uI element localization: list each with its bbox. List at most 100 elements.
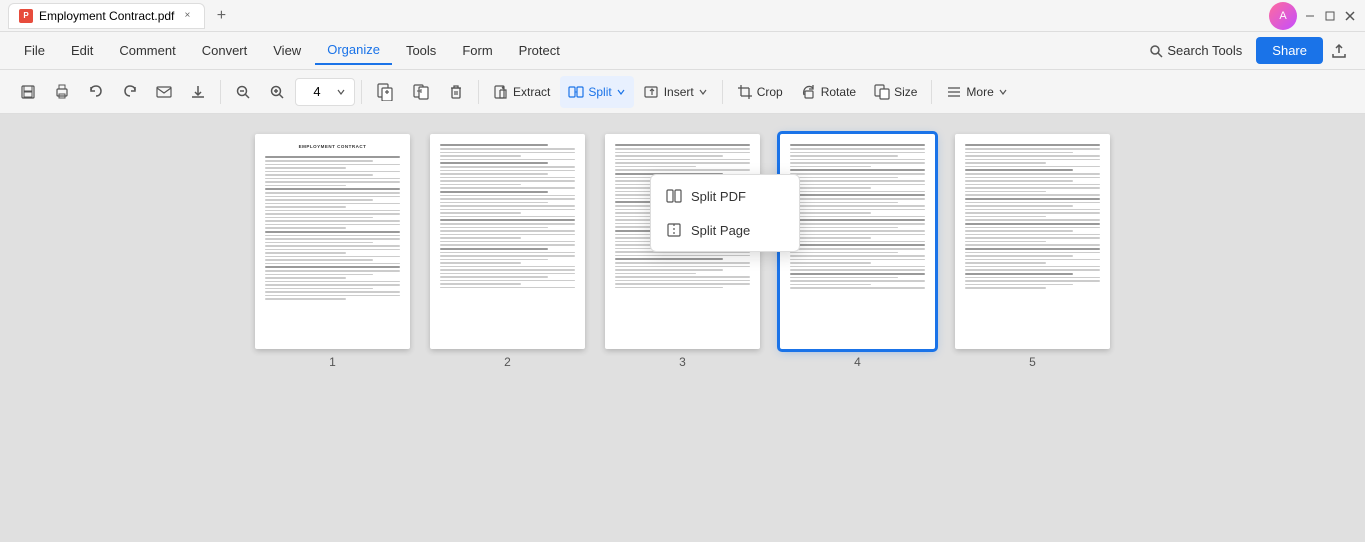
- menu-file[interactable]: File: [12, 37, 57, 65]
- menu-tools[interactable]: Tools: [394, 37, 448, 65]
- delete-page-button[interactable]: [440, 76, 472, 108]
- separator-2: [361, 80, 362, 104]
- pdf-page-2[interactable]: 2: [430, 134, 585, 369]
- redo-button[interactable]: [114, 76, 146, 108]
- extract-icon: [493, 84, 509, 100]
- pdf-icon: P: [19, 9, 33, 23]
- replace-page-button[interactable]: [404, 76, 438, 108]
- menu-convert[interactable]: Convert: [190, 37, 260, 65]
- page-number-3: 3: [679, 355, 686, 369]
- undo-icon: [88, 84, 104, 100]
- toolbar: Extract Split Insert Crop Rotate Size Mo…: [0, 70, 1365, 114]
- page-input[interactable]: [302, 84, 332, 99]
- split-page-label: Split Page: [691, 223, 750, 238]
- rotate-button[interactable]: Rotate: [793, 76, 864, 108]
- split-page-icon: [665, 221, 683, 239]
- maximize-button[interactable]: [1323, 9, 1337, 23]
- insert-icon: [644, 84, 660, 100]
- more-icon: [946, 84, 962, 100]
- page-number-4: 4: [854, 355, 861, 369]
- more-chevron-icon: [998, 87, 1008, 97]
- print-button[interactable]: [46, 76, 78, 108]
- size-label: Size: [894, 85, 917, 99]
- rotate-icon: [801, 84, 817, 100]
- menu-edit[interactable]: Edit: [59, 37, 105, 65]
- size-icon: [874, 84, 890, 100]
- pdf-page-4[interactable]: 4: [780, 134, 935, 369]
- avatar: A: [1269, 2, 1297, 30]
- split-button[interactable]: Split: [560, 76, 633, 108]
- replace-icon: [412, 83, 430, 101]
- chevron-down-icon: [336, 87, 346, 97]
- page-thumbnail-2[interactable]: [430, 134, 585, 349]
- crop-icon: [737, 84, 753, 100]
- upload-button[interactable]: [1325, 37, 1353, 65]
- insert-button[interactable]: Insert: [636, 76, 716, 108]
- main-content: EMPLOYMENT CONTRACT: [0, 114, 1365, 542]
- menu-comment[interactable]: Comment: [107, 37, 187, 65]
- page-number-2: 2: [504, 355, 511, 369]
- crop-button[interactable]: Crop: [729, 76, 791, 108]
- page-thumbnail-5[interactable]: [955, 134, 1110, 349]
- rotate-label: Rotate: [821, 85, 856, 99]
- zoom-out-button[interactable]: [227, 76, 259, 108]
- tab-close-button[interactable]: ×: [180, 9, 194, 23]
- zoom-in-button[interactable]: [261, 76, 293, 108]
- page-number-5: 5: [1029, 355, 1036, 369]
- tab-area: P Employment Contract.pdf × +: [8, 3, 1261, 29]
- delete-icon: [448, 84, 464, 100]
- share-button[interactable]: Share: [1256, 37, 1323, 64]
- more-button[interactable]: More: [938, 76, 1015, 108]
- close-window-button[interactable]: [1343, 9, 1357, 23]
- pdf-page-1[interactable]: EMPLOYMENT CONTRACT: [255, 134, 410, 369]
- split-pdf-label: Split PDF: [691, 189, 746, 204]
- save-icon: [20, 84, 36, 100]
- new-tab-button[interactable]: +: [209, 4, 233, 28]
- zoom-in-icon: [269, 84, 285, 100]
- redo-icon: [122, 84, 138, 100]
- split-page-item[interactable]: Split Page: [651, 213, 799, 247]
- menu-form[interactable]: Form: [450, 37, 504, 65]
- add-page-button[interactable]: [368, 76, 402, 108]
- menu-view[interactable]: View: [261, 37, 313, 65]
- split-label: Split: [588, 85, 611, 99]
- tab-label: Employment Contract.pdf: [39, 9, 174, 23]
- page-number-1: 1: [329, 355, 336, 369]
- pdf-page-5[interactable]: 5: [955, 134, 1110, 369]
- download-button[interactable]: [182, 76, 214, 108]
- menu-bar: File Edit Comment Convert View Organize …: [0, 32, 1365, 70]
- size-button[interactable]: Size: [866, 76, 925, 108]
- menu-protect[interactable]: Protect: [507, 37, 572, 65]
- search-tools-label: Search Tools: [1167, 43, 1242, 58]
- crop-label: Crop: [757, 85, 783, 99]
- search-tools-button[interactable]: Search Tools: [1137, 39, 1254, 62]
- add-page-icon: [376, 83, 394, 101]
- email-icon: [156, 84, 172, 100]
- title-bar: P Employment Contract.pdf × + A: [0, 0, 1365, 32]
- search-icon: [1149, 44, 1163, 58]
- extract-label: Extract: [513, 85, 550, 99]
- separator-3: [478, 80, 479, 104]
- page-thumbnail-4[interactable]: [780, 134, 935, 349]
- more-label: More: [966, 85, 993, 99]
- insert-chevron-icon: [698, 87, 708, 97]
- window-controls: A: [1269, 2, 1357, 30]
- split-pdf-icon: [665, 187, 683, 205]
- page-thumbnail-1[interactable]: EMPLOYMENT CONTRACT: [255, 134, 410, 349]
- page-selector[interactable]: [295, 78, 355, 106]
- separator-5: [931, 80, 932, 104]
- active-tab[interactable]: P Employment Contract.pdf ×: [8, 3, 205, 29]
- split-icon: [568, 84, 584, 100]
- extract-button[interactable]: Extract: [485, 76, 558, 108]
- menu-organize[interactable]: Organize: [315, 37, 392, 65]
- separator-4: [722, 80, 723, 104]
- print-icon: [54, 84, 70, 100]
- save-button[interactable]: [12, 76, 44, 108]
- email-button[interactable]: [148, 76, 180, 108]
- download-icon: [190, 84, 206, 100]
- minimize-button[interactable]: [1303, 9, 1317, 23]
- insert-label: Insert: [664, 85, 694, 99]
- undo-button[interactable]: [80, 76, 112, 108]
- split-chevron-icon: [616, 87, 626, 97]
- split-pdf-item[interactable]: Split PDF: [651, 179, 799, 213]
